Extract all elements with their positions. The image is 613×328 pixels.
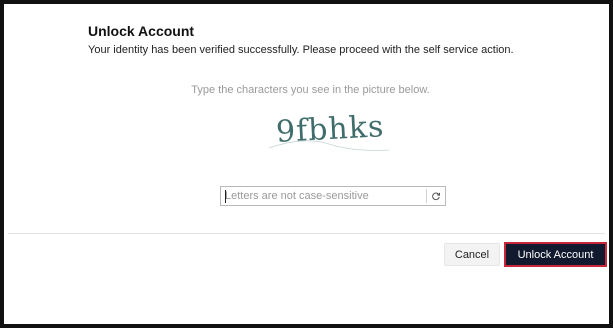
refresh-captcha-button[interactable] [426, 189, 445, 203]
dialog-subtitle: Your identity has been verified successf… [88, 44, 514, 56]
refresh-icon [432, 192, 441, 201]
unlock-account-button[interactable]: Unlock Account [504, 242, 607, 267]
footer-divider [8, 233, 605, 234]
captcha-input[interactable] [221, 187, 430, 205]
text-cursor [225, 190, 226, 203]
captcha-instruction: Type the characters you see in the pictu… [191, 84, 430, 96]
dialog-title: Unlock Account [88, 23, 195, 39]
dialog-frame: Unlock Account Your identity has been ve… [0, 0, 613, 328]
captcha-input-box [220, 186, 446, 206]
captcha-text: 9fbhks [275, 109, 386, 150]
cancel-button[interactable]: Cancel [444, 243, 500, 266]
